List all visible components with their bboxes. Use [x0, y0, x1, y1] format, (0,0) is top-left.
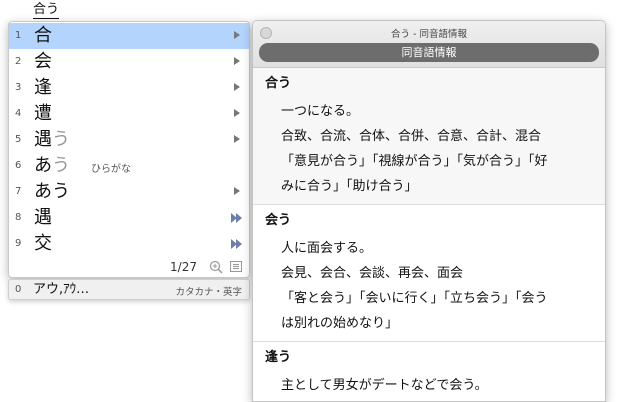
entry-line: 「客と会う」「会いに行く」「立ち会う」「会う — [281, 291, 548, 306]
homophone-info-window: 合う - 同音語情報 同音語情報 合う 一つになる。 合致、合流、合体、合併、合… — [252, 20, 606, 402]
double-chevron-right-icon — [231, 213, 242, 223]
zoom-in-icon[interactable] — [209, 260, 223, 274]
entry-line: 会見、会合、会談、再会、面会 — [281, 266, 464, 281]
candidate-annotation: カタカナ・英字 — [175, 287, 242, 298]
candidate-number: 0 — [15, 284, 22, 295]
candidate-row[interactable]: 3 逢 — [9, 75, 249, 101]
candidate-row[interactable]: 6 あう ひらがな — [9, 153, 249, 179]
chevron-right-icon — [234, 57, 240, 65]
entry: 会う 人に面会する。 会見、会合、会談、再会、面会 「客と会う」「会いに行く」「… — [253, 205, 605, 342]
candidate-number: 3 — [15, 82, 22, 93]
chevron-right-icon — [234, 109, 240, 117]
candidate-row[interactable]: 9 交 — [9, 231, 249, 257]
candidate-word: 遇う — [34, 129, 70, 150]
candidate-word: 交 — [34, 233, 52, 254]
candidate-row[interactable]: 5 遇う — [9, 127, 249, 153]
candidate-number: 6 — [15, 160, 22, 171]
info-titlebar: 合う - 同音語情報 同音語情報 — [253, 21, 605, 68]
candidate-word: 逢 — [34, 77, 52, 98]
chevron-right-icon — [234, 135, 240, 143]
candidate-number: 1 — [15, 30, 22, 41]
composition-input-text: 合う — [33, 2, 60, 19]
chevron-right-icon — [234, 31, 240, 39]
entry-list: 合う 一つになる。 合致、合流、合体、合併、合意、合計、混合 「意見が合う」「視… — [253, 68, 605, 401]
chevron-right-icon — [234, 83, 240, 91]
entry: 逢う 主として男女がデートなどで会う。 — [253, 342, 605, 401]
entry: 合う 一つになる。 合致、合流、合体、合併、合意、合計、混合 「意見が合う」「視… — [253, 68, 605, 205]
window-title: 合う - 同音語情報 — [391, 29, 467, 40]
entry-line: 人に面会する。 — [281, 241, 373, 256]
candidate-word: アウ,ｱｳ… — [33, 282, 90, 297]
candidate-number: 4 — [15, 108, 22, 119]
double-chevron-right-icon — [231, 239, 242, 249]
extra-candidate-row[interactable]: 0 アウ,ｱｳ… カタカナ・英字 — [8, 279, 250, 300]
chevron-right-icon — [234, 187, 240, 195]
entry-heading: 会う — [265, 213, 292, 228]
candidate-word: 会 — [34, 51, 52, 72]
entry-line: 合致、合流、合体、合併、合意、合計、混合 — [281, 129, 542, 144]
entry-line: みに合う」「助け合う」 — [281, 179, 418, 194]
candidate-row[interactable]: 8 遇 — [9, 205, 249, 231]
candidate-number: 2 — [15, 56, 22, 67]
candidate-number: 5 — [15, 134, 22, 145]
candidate-word: 遭 — [34, 103, 52, 124]
candidate-word: あう — [34, 155, 70, 176]
candidate-number: 8 — [15, 212, 22, 223]
candidate-row[interactable]: 4 遭 — [9, 101, 249, 127]
candidate-row[interactable]: 1 合 — [9, 23, 249, 49]
candidate-word: あう — [34, 181, 70, 202]
candidate-number: 7 — [15, 186, 22, 197]
candidate-footer: 1/27 — [9, 258, 249, 276]
candidate-number: 9 — [15, 238, 22, 249]
candidate-row[interactable]: 7 あう — [9, 179, 249, 205]
candidate-annotation: ひらがな — [91, 164, 131, 175]
entry-line: 主として男女がデートなどで会う。 — [281, 378, 488, 393]
list-icon[interactable] — [230, 261, 242, 272]
candidate-word: 合 — [34, 25, 52, 46]
entry-line: は別れの始めなり」 — [281, 316, 399, 331]
candidate-row[interactable]: 2 会 — [9, 49, 249, 75]
candidate-word: 遇 — [34, 207, 52, 228]
tab-homophone-info[interactable]: 同音語情報 — [259, 43, 599, 62]
candidate-window: 1 合 2 会 3 逢 4 遭 5 遇う 6 あう ひらがな 7 あう 8 遇 … — [8, 21, 250, 278]
entry-line: 一つになる。 — [281, 104, 360, 119]
entry-heading: 合う — [265, 76, 292, 91]
entry-heading: 逢う — [265, 350, 292, 365]
page-indicator: 1/27 — [170, 260, 197, 274]
entry-line: 「意見が合う」「視線が合う」「気が合う」「好 — [281, 154, 548, 169]
